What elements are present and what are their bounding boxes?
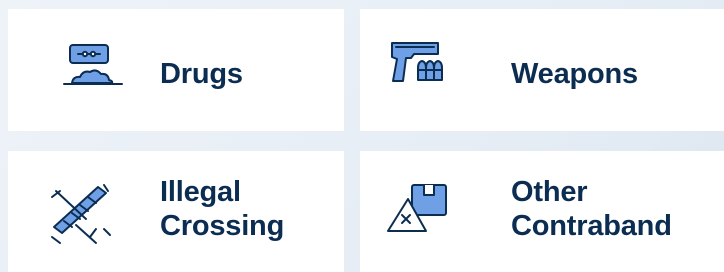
razor-blade-powder-icon	[52, 39, 132, 109]
category-card-weapons[interactable]: Weapons	[360, 9, 724, 131]
category-label-weapons: Weapons	[511, 58, 638, 90]
category-label-illegal-crossing: Illegal Crossing	[160, 176, 285, 242]
category-card-drugs[interactable]: Drugs	[8, 9, 344, 131]
category-label-drugs: Drugs	[160, 58, 243, 90]
pistol-ammo-icon	[382, 37, 462, 107]
category-card-illegal-crossing[interactable]: Illegal Crossing	[8, 151, 344, 272]
box-x-icon	[382, 179, 462, 249]
barbed-wire-icon	[46, 181, 126, 251]
category-label-other-contraband: Other Contraband	[511, 176, 672, 242]
category-card-other-contraband[interactable]: Other Contraband	[360, 151, 724, 272]
